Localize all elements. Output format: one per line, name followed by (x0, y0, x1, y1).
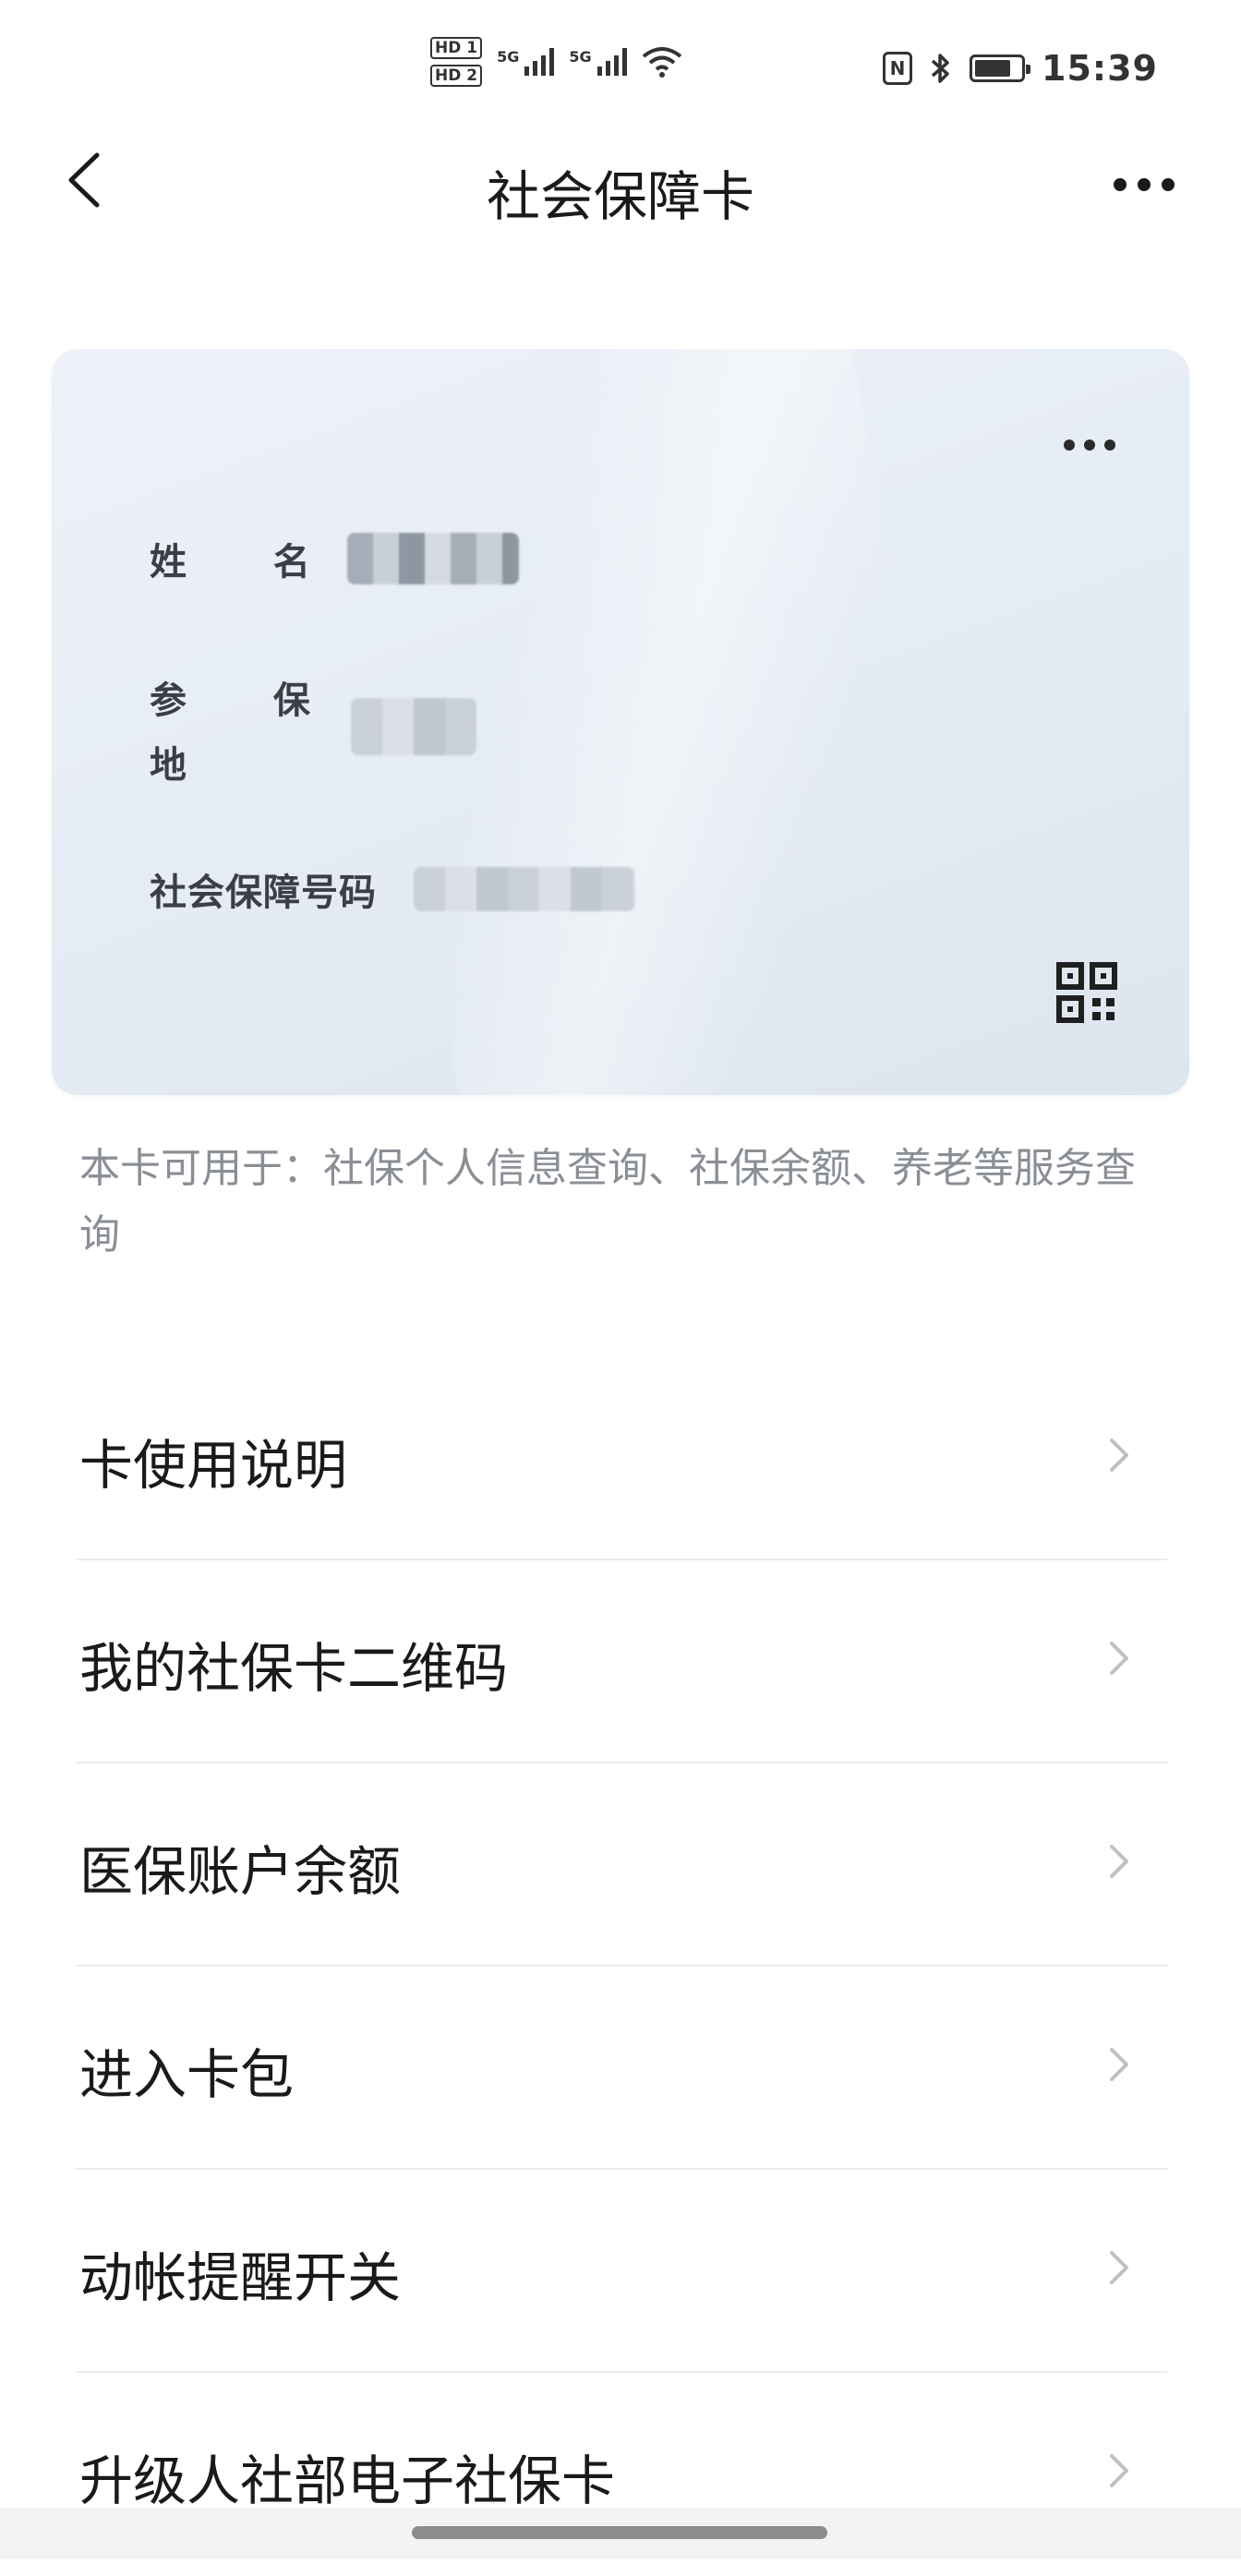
region-label-line2: 地 (150, 744, 207, 787)
card-description: 本卡可用于：社保个人信息查询、社保余额、养老等服务查询 (79, 1145, 1136, 1258)
bluetooth-icon (931, 54, 949, 83)
hd2-badge: HD 2 (430, 65, 483, 87)
chevron-right-icon (1110, 2048, 1128, 2081)
chevron-right-icon (1110, 1438, 1128, 1472)
card-field-region: 参 保 地 (150, 670, 476, 788)
clock: 15:39 (1042, 48, 1158, 89)
more-dot-icon (1114, 178, 1127, 191)
chevron-right-icon (1110, 2454, 1128, 2487)
card-field-number: 社会保障号码 (150, 862, 635, 916)
wifi-icon (642, 47, 681, 78)
more-dot-icon (1104, 439, 1115, 451)
ss-number-redacted (414, 867, 635, 911)
network-type-2: 5G (569, 48, 592, 66)
battery-icon (970, 54, 1031, 82)
nfc-icon: N (883, 52, 913, 85)
nav-bar: 社会保障卡 (0, 138, 1241, 240)
menu-list: 卡使用说明 我的社保卡二维码 医保账户余额 进入卡包 动帐提醒开关 升级人社部电… (0, 1357, 1241, 2576)
menu-item-my-qr-code[interactable]: 我的社保卡二维码 (0, 1560, 1241, 1763)
menu-item-label: 医保账户余额 (79, 1840, 402, 1903)
network-type-1: 5G (497, 48, 520, 66)
hd-badges: HD 1 HD 2 (430, 37, 483, 87)
menu-item-label: 进入卡包 (79, 2043, 295, 2106)
menu-item-label: 动帐提醒开关 (79, 2246, 402, 2309)
card-more-button[interactable] (1064, 439, 1115, 451)
home-indicator[interactable] (412, 2526, 827, 2539)
chevron-right-icon (1110, 2251, 1128, 2284)
ss-number-label: 社会保障号码 (150, 872, 377, 914)
region-label-line1: 参 保 (150, 680, 331, 722)
status-bar: HD 1 HD 2 5G 5G N 15:39 (0, 0, 1241, 138)
more-dot-icon (1138, 178, 1151, 191)
more-dot-icon (1064, 439, 1075, 451)
network-indicators: HD 1 HD 2 5G 5G (430, 37, 682, 87)
status-right: N 15:39 (883, 48, 1158, 89)
menu-item-card-wallet[interactable]: 进入卡包 (0, 1967, 1241, 2170)
social-security-card: 姓 名 参 保 地 社会保障号码 (52, 349, 1189, 1095)
card-field-name: 姓 名 (150, 532, 519, 585)
more-options-button[interactable] (1102, 157, 1186, 212)
chevron-right-icon (1110, 1642, 1128, 1675)
menu-item-label: 升级人社部电子社保卡 (79, 2450, 616, 2512)
region-redacted (350, 698, 476, 755)
menu-item-medical-balance[interactable]: 医保账户余额 (0, 1763, 1241, 1967)
name-label: 姓 名 (150, 541, 331, 584)
more-dot-icon (1162, 178, 1175, 191)
hd1-badge: HD 1 (430, 37, 483, 59)
menu-item-card-instructions[interactable]: 卡使用说明 (0, 1357, 1241, 1560)
menu-item-label: 卡使用说明 (79, 1434, 348, 1497)
chevron-right-icon (1110, 1845, 1128, 1878)
qr-code-icon[interactable] (1056, 962, 1117, 1023)
name-redacted (346, 533, 519, 584)
menu-item-transaction-alerts[interactable]: 动帐提醒开关 (0, 2170, 1241, 2373)
menu-item-label: 我的社保卡二维码 (79, 1637, 509, 1700)
signal-icon-2: 5G (569, 48, 627, 76)
more-dot-icon (1084, 439, 1095, 451)
page-title: 社会保障卡 (486, 165, 754, 228)
signal-icon-1: 5G (497, 48, 555, 76)
